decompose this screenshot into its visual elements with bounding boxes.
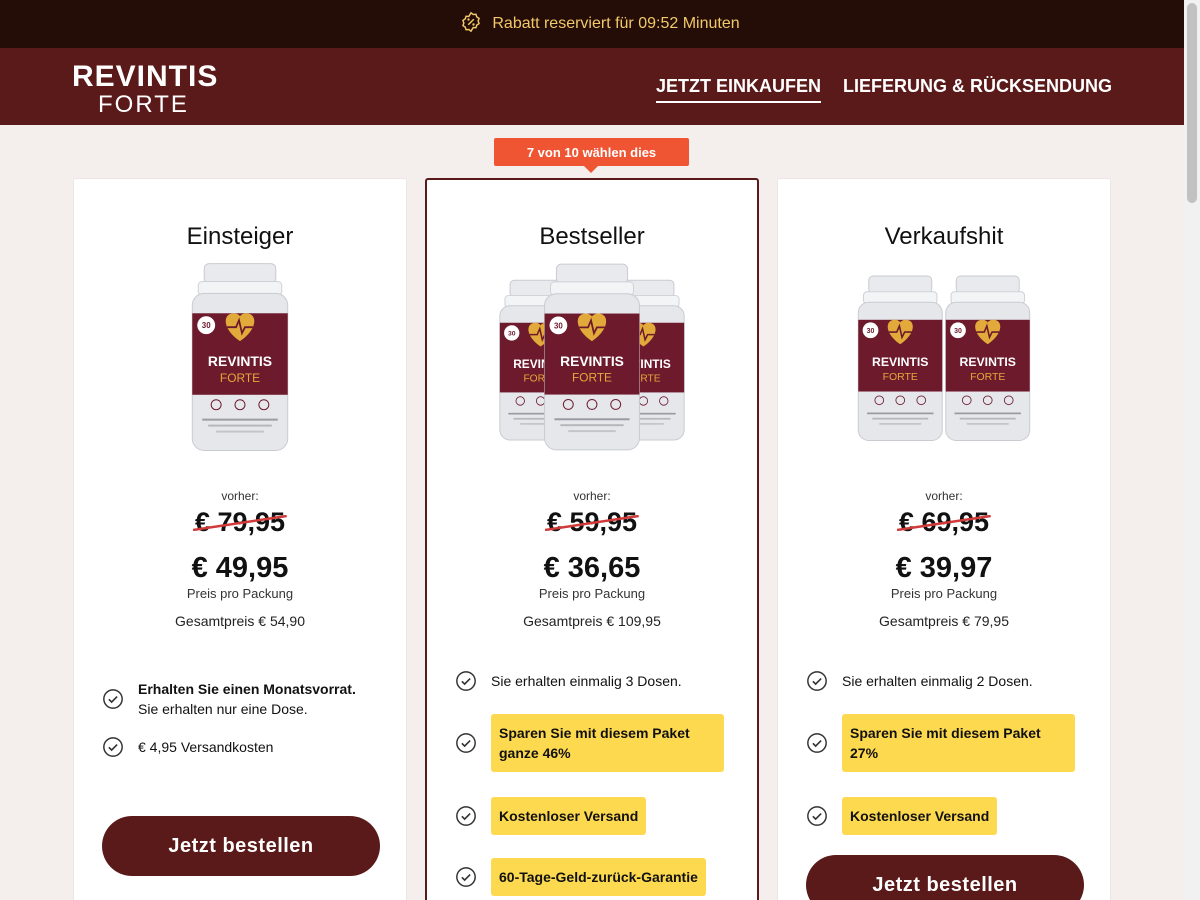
feature-item: Kostenloser Versand — [455, 797, 647, 835]
feature-item: Kostenloser Versand — [806, 797, 998, 835]
feature-item: Sparen Sie mit diesem Paket ganze 46% — [455, 714, 724, 772]
price-unit: Preis pro Packung — [186, 586, 294, 601]
total-price: Gesamtpreis € 54,90 — [175, 613, 305, 629]
feature-item: Sparen Sie mit diesem Paket 27% — [806, 714, 1075, 772]
svg-text:REVINTIS: REVINTIS — [208, 353, 272, 369]
svg-text:FORTE: FORTE — [970, 372, 1005, 383]
old-price-label: vorher: — [221, 489, 259, 503]
total-price: Gesamtpreis € 79,95 — [879, 613, 1009, 629]
old-price: € 69,95 — [896, 507, 991, 538]
svg-text:REVINTIS: REVINTIS — [872, 355, 928, 369]
old-price-label: vorher: — [925, 489, 963, 503]
product-image: 30 REVINTIS FORTE 30 REVINTIS FORTE — [427, 263, 757, 453]
price-box: vorher: € 79,95 € 49,95 Preis pro Packun… — [74, 489, 406, 629]
savings-highlight: Sparen Sie mit diesem Paket ganze 46% — [491, 714, 724, 772]
brand-logo[interactable]: REVINTIS FORTE — [72, 62, 218, 117]
check-circle-icon — [103, 689, 123, 709]
discount-timer-text: Rabatt reserviert für 09:52 Minuten — [492, 15, 740, 32]
free-shipping-highlight: Kostenloser Versand — [842, 797, 998, 835]
main-nav: JETZT EINKAUFEN LIEFERUNG & RÜCKSENDUNG — [655, 76, 1112, 103]
feature-item: 60-Tage-Geld-zurück-Garantie — [455, 858, 706, 896]
total-price: Gesamtpreis € 109,95 — [523, 613, 661, 629]
pricing-card-topseller: Verkaufshit 30 REVINTIS FORTE 30 REVINTI… — [777, 178, 1111, 900]
order-button[interactable]: Jetzt bestellen — [102, 816, 380, 876]
discount-badge-icon — [460, 11, 482, 38]
price-box: vorher: € 59,95 € 36,65 Preis pro Packun… — [427, 489, 757, 629]
current-price: € 49,95 — [191, 552, 289, 584]
check-circle-icon — [456, 806, 476, 826]
nav-shipping-returns[interactable]: LIEFERUNG & RÜCKSENDUNG — [843, 76, 1112, 103]
money-back-highlight: 60-Tage-Geld-zurück-Garantie — [491, 858, 706, 896]
svg-text:REVINTIS: REVINTIS — [560, 353, 624, 369]
discount-timer-bar: Rabatt reserviert für 09:52 Minuten — [0, 0, 1200, 48]
savings-highlight: Sparen Sie mit diesem Paket 27% — [842, 714, 1075, 772]
feature-text: Sie erhalten nur eine Dose. — [138, 701, 308, 717]
svg-text:30: 30 — [554, 321, 563, 330]
check-circle-icon — [807, 733, 827, 753]
site-header: REVINTIS FORTE JETZT EINKAUFEN LIEFERUNG… — [0, 48, 1200, 125]
svg-text:30: 30 — [202, 321, 211, 330]
feature-text: Sie erhalten einmalig 2 Dosen. — [842, 673, 1033, 689]
feature-item: Sie erhalten einmalig 2 Dosen. — [806, 670, 1033, 692]
page-scrollbar[interactable] — [1184, 0, 1200, 900]
current-price: € 36,65 — [543, 552, 641, 584]
free-shipping-highlight: Kostenloser Versand — [491, 797, 647, 835]
check-circle-icon — [807, 671, 827, 691]
current-price: € 39,97 — [895, 552, 993, 584]
feature-text: Sie erhalten einmalig 3 Dosen. — [491, 673, 682, 689]
check-circle-icon — [456, 733, 476, 753]
svg-text:FORTE: FORTE — [883, 372, 918, 383]
svg-text:FORTE: FORTE — [572, 371, 612, 385]
svg-text:REVINTIS: REVINTIS — [960, 355, 1016, 369]
old-price: € 79,95 — [192, 507, 287, 538]
pricing-card-starter: Einsteiger 30 REVINTIS FORTE vorher: € 7… — [73, 178, 407, 900]
svg-text:30: 30 — [954, 328, 962, 335]
old-price: € 59,95 — [544, 507, 639, 538]
check-circle-icon — [456, 671, 476, 691]
nav-shop-now[interactable]: JETZT EINKAUFEN — [655, 76, 821, 103]
check-circle-icon — [807, 806, 827, 826]
price-unit: Preis pro Packung — [890, 586, 998, 601]
plan-title: Einsteiger — [186, 223, 294, 250]
feature-item: Erhalten Sie einen Monatsvorrat. Sie erha… — [102, 679, 356, 719]
price-unit: Preis pro Packung — [538, 586, 646, 601]
feature-bold: Erhalten Sie einen Monatsvorrat. — [138, 681, 356, 697]
price-box: vorher: € 69,95 € 39,97 Preis pro Packun… — [778, 489, 1110, 629]
svg-text:FORTE: FORTE — [220, 371, 260, 385]
feature-item: Sie erhalten einmalig 3 Dosen. — [455, 670, 682, 692]
svg-text:30: 30 — [508, 330, 516, 337]
plan-title: Bestseller — [539, 223, 645, 250]
popular-choice-badge: 7 von 10 wählen dies — [494, 138, 689, 173]
old-price-label: vorher: — [573, 489, 611, 503]
product-image: 30 REVINTIS FORTE 30 REVINTIS FORTE — [778, 263, 1110, 453]
plan-title: Verkaufshit — [884, 223, 1004, 250]
feature-text: € 4,95 Versandkosten — [138, 739, 274, 755]
feature-item: € 4,95 Versandkosten — [102, 736, 273, 758]
check-circle-icon — [103, 737, 123, 757]
order-button[interactable]: Jetzt bestellen — [806, 855, 1084, 900]
scrollbar-thumb[interactable] — [1187, 3, 1197, 203]
product-image: 30 REVINTIS FORTE — [74, 263, 406, 453]
logo-line-1: REVINTIS — [72, 60, 219, 93]
check-circle-icon — [456, 867, 476, 887]
pricing-card-bestseller: Bestseller 30 REVINTIS FORTE 30 REVINTIS… — [425, 178, 759, 900]
svg-text:30: 30 — [867, 328, 875, 335]
logo-line-2: FORTE — [98, 91, 189, 118]
